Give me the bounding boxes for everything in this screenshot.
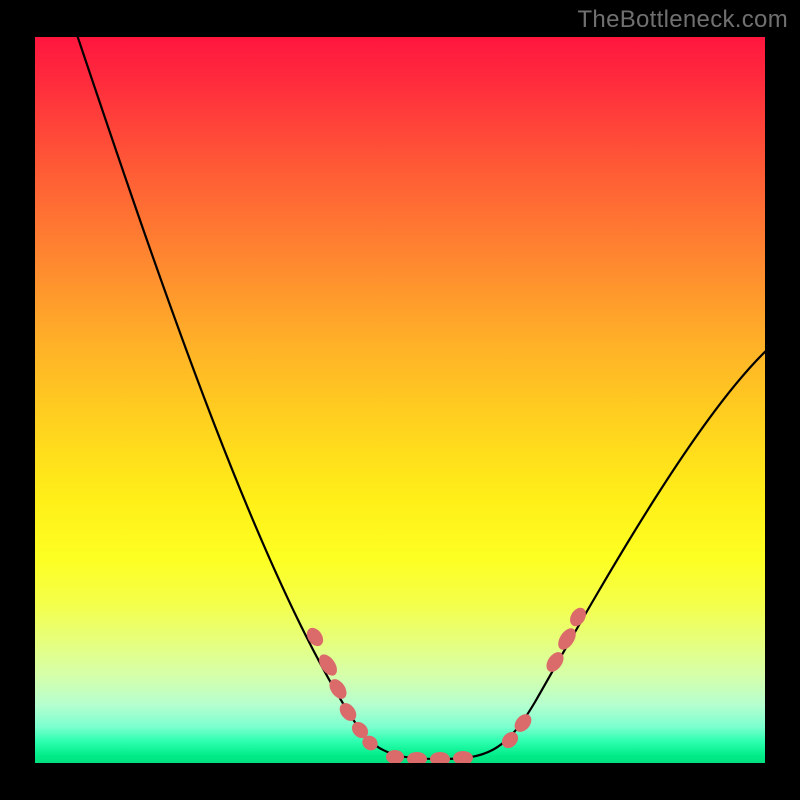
curve-layer bbox=[71, 37, 765, 759]
data-marker bbox=[453, 751, 473, 763]
data-marker bbox=[499, 729, 522, 752]
data-marker bbox=[315, 651, 340, 679]
watermark-text: TheBottleneck.com bbox=[577, 6, 788, 34]
data-marker bbox=[430, 752, 450, 763]
chart-frame: TheBottleneck.com bbox=[0, 0, 800, 800]
data-marker bbox=[567, 605, 589, 629]
data-marker bbox=[407, 752, 427, 763]
chart-svg bbox=[35, 37, 765, 763]
plot-area bbox=[35, 37, 765, 763]
data-marker bbox=[336, 700, 359, 724]
bottleneck-curve bbox=[71, 37, 765, 759]
